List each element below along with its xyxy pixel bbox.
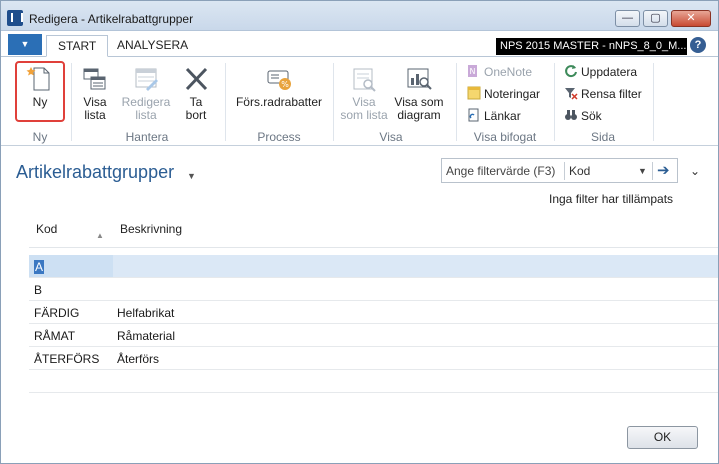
filter-field-dropdown-icon[interactable]: ▼: [638, 166, 647, 176]
new-button[interactable]: Ny: [21, 65, 59, 109]
find-button[interactable]: Sök: [564, 108, 602, 123]
group-label-sida: Sida: [590, 130, 616, 144]
show-as-chart-label-2: diagram: [397, 108, 441, 122]
expand-filter-pane-icon[interactable]: ⌄: [690, 164, 700, 178]
filter-input[interactable]: Ange filtervärde (F3): [446, 164, 555, 178]
title-bar[interactable]: Redigera - Artikelrabattgrupper — ▢ ✕: [1, 1, 718, 31]
header-divider: [29, 247, 718, 248]
application-menu-button[interactable]: ▼: [8, 34, 42, 55]
clear-filter-label: Rensa filter: [581, 87, 642, 101]
table-row[interactable]: FÄRDIG Helfabrikat: [29, 301, 718, 324]
column-header-kod[interactable]: Kod: [36, 222, 57, 236]
discount-percent-icon: %: [265, 65, 293, 93]
new-button-label: Ny: [32, 95, 48, 109]
company-indicator: NPS 2015 MASTER - nNPS_8_0_M...: [496, 38, 687, 55]
onenote-icon: N: [467, 64, 481, 78]
notes-button[interactable]: Noteringar: [467, 86, 540, 101]
note-icon: [467, 86, 481, 100]
table-row[interactable]: RÅMAT Råmaterial: [29, 324, 718, 347]
new-document-icon: [26, 65, 54, 93]
group-label-visa-bifogat: Visa bifogat: [473, 130, 537, 144]
table-row[interactable]: A: [29, 255, 718, 278]
tab-start[interactable]: START: [46, 35, 109, 57]
delete-button[interactable]: Ta bort: [179, 65, 213, 122]
window-title: Redigera - Artikelrabattgrupper: [29, 12, 194, 26]
show-as-chart-button[interactable]: Visa som diagram: [393, 65, 445, 122]
onenote-button[interactable]: N OneNote: [467, 64, 532, 79]
ribbon-separator: [554, 63, 555, 141]
forward-line-discounts-button[interactable]: % Förs.radrabatter: [233, 65, 325, 109]
delete-label-2: bort: [185, 108, 207, 122]
links-button[interactable]: Länkar: [467, 108, 521, 123]
cell-beskrivning[interactable]: Helfabrikat: [117, 306, 174, 320]
view-list-button[interactable]: Visa lista: [77, 65, 113, 122]
delete-x-icon: [182, 65, 210, 93]
table-row[interactable]: B: [29, 278, 718, 301]
links-label: Länkar: [484, 109, 521, 123]
show-as-list-icon: [350, 65, 378, 93]
view-list-label-2: lista: [84, 108, 106, 122]
binoculars-icon: [564, 108, 578, 122]
ribbon-separator: [653, 63, 654, 141]
table-row-empty[interactable]: [29, 370, 718, 393]
cell-kod[interactable]: B: [34, 283, 42, 297]
ribbon-separator: [456, 63, 457, 141]
show-as-list-button[interactable]: Visa som lista: [337, 65, 391, 122]
forward-line-discounts-label: Förs.radrabatter: [235, 95, 323, 109]
filter-divider: [564, 162, 565, 180]
page-title: Artikelrabattgrupper: [16, 162, 175, 182]
show-as-chart-icon: [405, 65, 433, 93]
cell-kod[interactable]: ÅTERFÖRS: [34, 352, 99, 366]
filter-status-text: Inga filter har tillämpats: [549, 192, 674, 206]
ribbon-separator: [71, 63, 72, 141]
find-label: Sök: [581, 109, 602, 123]
group-label-hantera: Hantera: [125, 130, 169, 144]
clear-filter-button[interactable]: Rensa filter: [564, 86, 642, 101]
notes-label: Noteringar: [484, 87, 541, 101]
dynamics-nav-app-icon: [7, 10, 23, 26]
edit-list-button[interactable]: Redigera lista: [119, 65, 173, 122]
edit-list-icon: [132, 65, 160, 93]
sort-ascending-icon: ▲: [96, 231, 104, 240]
filter-field-select[interactable]: Kod: [569, 164, 590, 178]
ok-button[interactable]: OK: [627, 426, 698, 449]
view-list-icon: [81, 65, 109, 93]
link-icon: [467, 108, 481, 122]
ribbon-separator: [333, 63, 334, 141]
onenote-label: OneNote: [484, 65, 533, 79]
help-icon[interactable]: ?: [690, 37, 706, 53]
group-label-ny: Ny: [32, 130, 48, 144]
title-menu-caret-icon[interactable]: ▼: [187, 171, 196, 181]
edit-list-label-2: lista: [135, 108, 157, 122]
row-edit-field[interactable]: [113, 255, 718, 277]
cell-kod[interactable]: A: [34, 260, 45, 274]
clear-filter-icon: [564, 86, 578, 100]
cell-kod[interactable]: FÄRDIG: [34, 306, 79, 320]
tab-analysera[interactable]: ANALYSERA: [106, 35, 199, 57]
column-header-beskrivning[interactable]: Beskrivning: [120, 222, 182, 236]
group-label-visa: Visa: [379, 130, 403, 144]
cell-beskrivning[interactable]: Råmaterial: [117, 329, 175, 343]
ribbon-separator: [225, 63, 226, 141]
cell-kod[interactable]: RÅMAT: [34, 329, 75, 343]
minimize-button[interactable]: —: [615, 10, 640, 27]
refresh-icon: [564, 64, 578, 78]
table-row[interactable]: ÅTERFÖRS Återförs: [29, 347, 718, 370]
filter-bar: Ange filtervärde (F3) Kod ▼ ➔: [441, 158, 678, 183]
refresh-button[interactable]: Uppdatera: [564, 64, 637, 79]
show-as-list-label-2: som lista: [340, 108, 388, 122]
svg-text:N: N: [470, 67, 476, 76]
cell-beskrivning[interactable]: Återförs: [117, 352, 159, 366]
filter-divider: [652, 162, 653, 180]
apply-filter-arrow-icon[interactable]: ➔: [657, 161, 670, 179]
group-label-process: Process: [257, 130, 301, 144]
maximize-button[interactable]: ▢: [643, 10, 668, 27]
close-button[interactable]: ✕: [671, 10, 711, 27]
refresh-label: Uppdatera: [581, 65, 638, 79]
svg-text:%: %: [281, 80, 289, 89]
app-window: Redigera - Artikelrabattgrupper — ▢ ✕ ▼ …: [0, 0, 719, 464]
